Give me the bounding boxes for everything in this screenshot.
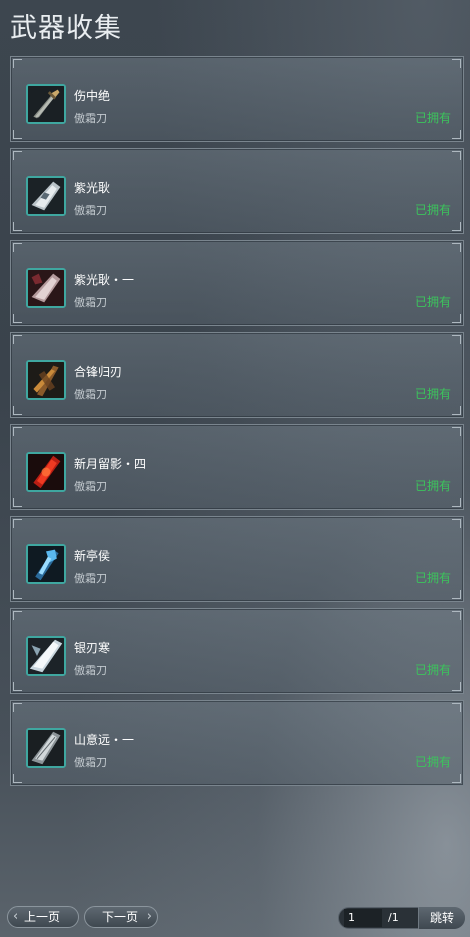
weapon-name: 伤中绝 [74, 89, 111, 103]
weapon-card[interactable]: 合锋归刃 傲霜刀 已拥有 [10, 332, 464, 418]
weapon-card[interactable]: 银刃寒 傲霜刀 已拥有 [10, 608, 464, 694]
weapon-card[interactable]: 新亭侯 傲霜刀 已拥有 [10, 516, 464, 602]
chevron-right-icon: › [146, 909, 152, 924]
owned-status: 已拥有 [414, 755, 451, 769]
weapon-name: 紫光耿 [74, 181, 111, 195]
weapon-type: 傲霜刀 [74, 112, 107, 125]
weapon-type: 傲霜刀 [74, 388, 107, 401]
dark-sword-icon [26, 84, 66, 124]
weapon-type: 傲霜刀 [74, 756, 107, 769]
weapon-type: 傲霜刀 [74, 204, 107, 217]
frost-blade-icon [26, 636, 66, 676]
weapon-type: 傲霜刀 [74, 664, 107, 677]
owned-status: 已拥有 [414, 663, 451, 677]
next-page-button[interactable]: 下一页 › [84, 906, 158, 928]
red-flame-blade-icon [26, 452, 66, 492]
chevron-left-icon: ‹ [13, 909, 19, 924]
weapon-name: 合锋归刃 [74, 365, 123, 379]
bronze-blade-icon [26, 360, 66, 400]
weapon-card[interactable]: 山意远・一 傲霜刀 已拥有 [10, 700, 464, 786]
weapon-card[interactable]: 伤中绝 傲霜刀 已拥有 [10, 56, 464, 142]
owned-status: 已拥有 [414, 203, 451, 217]
next-page-label: 下一页 [102, 910, 139, 924]
silver-blade-icon [26, 176, 66, 216]
owned-status: 已拥有 [414, 111, 451, 125]
blue-ice-blade-icon [26, 544, 66, 584]
prev-page-button[interactable]: ‹ 上一页 [7, 906, 79, 928]
owned-status: 已拥有 [414, 571, 451, 585]
owned-status: 已拥有 [414, 479, 451, 493]
grey-blade-icon [26, 728, 66, 768]
weapon-name: 山意远・一 [74, 733, 135, 747]
owned-status: 已拥有 [414, 295, 451, 309]
page-number-input[interactable]: 1 [344, 909, 382, 927]
weapon-type: 傲霜刀 [74, 572, 107, 585]
weapon-card[interactable]: 紫光耿 傲霜刀 已拥有 [10, 148, 464, 234]
weapon-card[interactable]: 新月留影・四 傲霜刀 已拥有 [10, 424, 464, 510]
weapon-card[interactable]: 紫光耿・一 傲霜刀 已拥有 [10, 240, 464, 326]
weapon-type: 傲霜刀 [74, 296, 107, 309]
weapon-list: 伤中绝 傲霜刀 已拥有 紫光耿 傲霜刀 已拥有 紫光耿・一 傲霜刀 已拥有 合锋… [10, 56, 464, 792]
jump-button[interactable]: 跳转 [418, 907, 465, 929]
weapon-name: 银刃寒 [74, 641, 111, 655]
red-silver-blade-icon [26, 268, 66, 308]
total-pages: /1 [388, 911, 399, 924]
weapon-name: 紫光耿・一 [74, 273, 135, 287]
page-title: 武器收集 [10, 13, 122, 44]
weapon-type: 傲霜刀 [74, 480, 107, 493]
prev-page-label: 上一页 [24, 910, 61, 924]
weapon-name: 新亭侯 [74, 549, 111, 563]
weapon-name: 新月留影・四 [74, 457, 147, 471]
owned-status: 已拥有 [414, 387, 451, 401]
